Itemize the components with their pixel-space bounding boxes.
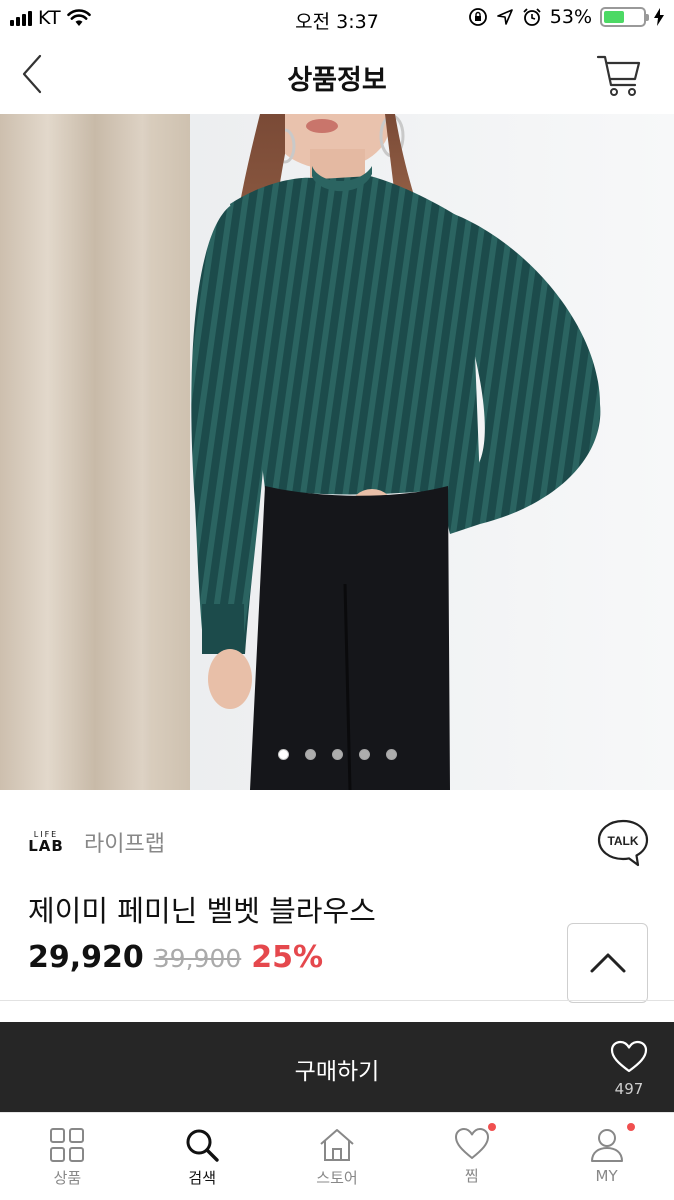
tab-label-store: 스토어 [316, 1169, 358, 1187]
my-notification-dot [627, 1123, 636, 1131]
heart-icon [610, 1040, 648, 1073]
talk-label: TALK [607, 834, 638, 848]
wishlist-notification-dot [488, 1123, 497, 1131]
charging-bolt-icon [654, 8, 664, 26]
brand-row[interactable]: LIFE LAB 라이프랩 [28, 826, 165, 858]
kakao-talk-button[interactable]: TALK [596, 818, 650, 868]
buy-bar[interactable]: 구매하기 [0, 1022, 674, 1112]
tab-search[interactable]: 검색 [135, 1113, 270, 1200]
price-row: 29,920 39,900 25% [28, 940, 323, 975]
bottom-tab-bar: 상품 검색 스토어 찜 MY [0, 1112, 674, 1200]
talk-bubble-icon: TALK [597, 819, 649, 867]
discount-rate: 25% [251, 940, 324, 975]
sale-price: 29,920 [28, 940, 144, 975]
carousel-dot[interactable] [385, 749, 397, 760]
top-navigation: 상품정보 [0, 38, 674, 114]
scroll-to-top-button[interactable] [567, 923, 648, 1003]
rotation-lock-icon [468, 8, 487, 26]
carousel-dot[interactable] [277, 749, 289, 760]
carousel-dot[interactable] [358, 749, 370, 760]
battery-percent: 53% [549, 6, 592, 28]
cart-button[interactable] [596, 52, 642, 98]
tab-label-my: MY [595, 1167, 618, 1185]
battery-level [604, 11, 625, 23]
tab-wishlist[interactable]: 찜 [404, 1113, 539, 1200]
brand-logo-bottom: LAB [28, 837, 64, 855]
carousel-indicator[interactable] [0, 749, 674, 760]
tab-my[interactable]: MY [539, 1113, 674, 1200]
like-count: 497 [614, 1080, 644, 1098]
search-icon [186, 1129, 219, 1162]
grid-icon [50, 1128, 85, 1162]
product-image-carousel[interactable] [0, 114, 674, 790]
battery-icon [600, 7, 649, 27]
heart-outline-icon [454, 1128, 489, 1159]
product-photo [0, 114, 674, 790]
user-icon [590, 1129, 623, 1162]
brand-name[interactable]: 라이프랩 [84, 826, 165, 858]
product-title: 제이미 페미닌 벨벳 블라우스 [28, 894, 376, 928]
home-store-icon [320, 1129, 354, 1161]
tab-products[interactable]: 상품 [0, 1113, 135, 1200]
carousel-dot[interactable] [331, 749, 343, 760]
back-button[interactable] [14, 52, 54, 96]
carousel-dot[interactable] [304, 749, 316, 760]
shopping-cart-icon [596, 55, 641, 96]
original-price: 39,900 [153, 944, 242, 973]
tab-label-products: 상품 [53, 1169, 82, 1187]
status-bar: KT 오전 3:37 53% [0, 0, 674, 38]
tab-label-wishlist: 찜 [464, 1167, 479, 1185]
tab-label-search: 검색 [188, 1169, 216, 1187]
chevron-left-icon [22, 54, 42, 94]
section-divider [0, 1000, 674, 1001]
like-button[interactable]: 497 [606, 1040, 652, 1104]
alarm-icon [523, 8, 541, 26]
status-right: 53% [468, 6, 664, 28]
chevron-up-icon [590, 953, 625, 973]
buy-button[interactable]: 구매하기 [0, 1052, 674, 1086]
tab-store[interactable]: 스토어 [270, 1113, 405, 1200]
page-title: 상품정보 [287, 65, 387, 96]
brand-logo: LIFE LAB [28, 826, 64, 858]
location-arrow-icon [496, 9, 513, 25]
